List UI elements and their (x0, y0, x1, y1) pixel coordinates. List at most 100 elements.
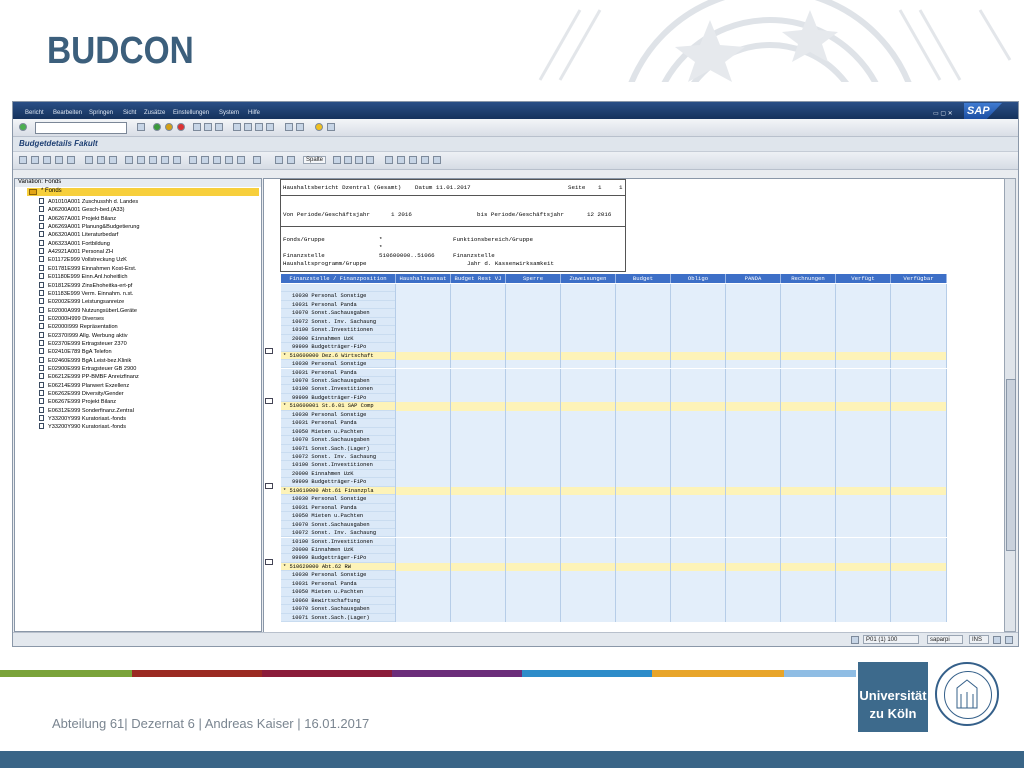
table-row[interactable]: 10070 Sonst.Sachausgaben (281, 309, 947, 318)
report-icon[interactable] (385, 156, 393, 164)
column-header[interactable]: PANDA (726, 274, 781, 283)
table-row[interactable]: 10031 Personal Panda (281, 579, 947, 589)
table-row[interactable]: 20000 Einnahmen UzK (281, 334, 947, 344)
layout-icon[interactable] (327, 123, 335, 131)
detail-icon[interactable] (85, 156, 93, 164)
menu-zusaetze[interactable]: Zusätze (144, 110, 165, 116)
menu-bearbeiten[interactable]: Bearbeiten (53, 110, 82, 116)
expand-icon[interactable] (31, 156, 39, 164)
tree-item[interactable]: E02370E999 Ertragsteuer 2370 (39, 339, 127, 348)
report-vertical-scrollbar[interactable] (1004, 178, 1016, 632)
previous-page-icon[interactable] (244, 123, 252, 131)
spalte-button[interactable]: Spalte (303, 156, 327, 164)
hierarchy-node-icon[interactable] (265, 347, 273, 354)
sort-asc-icon[interactable] (125, 156, 133, 164)
tree-item[interactable]: E01180E999 Einn.Anl.hoheitlich (39, 273, 128, 281)
tree-item[interactable]: E06312E999 Sonderfinanz.Zentral (39, 406, 134, 415)
tree-item[interactable]: E02000A999 NutzungsüberLGeräte (39, 306, 137, 315)
next-page-icon[interactable] (255, 123, 263, 131)
tree-item[interactable]: E02002E999 Leistungsanreize (39, 298, 124, 306)
table-subtotal-row[interactable]: * 510600000 Dez.6 Wirtschaft (281, 351, 947, 361)
exit-icon[interactable] (165, 123, 173, 131)
tree-root-node[interactable]: * Fonds (27, 188, 259, 196)
column-header[interactable]: Sperre (506, 274, 561, 283)
table-row[interactable]: 99999 Budgetträger-FiPo (281, 393, 947, 403)
new-session-icon[interactable] (285, 123, 293, 131)
shortcut-icon[interactable] (296, 123, 304, 131)
tree-item[interactable]: Y33200Y990 Kuratoriast.-fonds (39, 423, 126, 431)
refresh-icon[interactable] (19, 156, 27, 164)
calendar-icon[interactable] (109, 156, 117, 164)
tree-item[interactable]: E06214E999 Planwert Exzellenz (39, 381, 129, 390)
menu-bericht[interactable]: Bericht (25, 110, 44, 116)
previous-column-icon[interactable] (344, 156, 352, 164)
tree-item[interactable]: A06323A001 Fortbildung (39, 239, 110, 248)
print-icon[interactable] (193, 123, 201, 131)
table-subtotal-row[interactable]: * 510600001 St.6.01 SAP Comp (281, 402, 947, 411)
tree-item[interactable]: E06267E999 Projekt Bilanz (39, 398, 116, 406)
hierarchy-node-icon[interactable] (265, 558, 273, 565)
table-row[interactable]: 10072 Sonst. Inv. Sachaung (281, 453, 947, 462)
tree-item[interactable]: A06269A001 Planung&Budgetierung (39, 223, 139, 231)
enter-icon[interactable] (19, 123, 27, 131)
print-preview-icon[interactable] (189, 156, 197, 164)
cancel-icon[interactable] (177, 123, 185, 131)
column-header[interactable]: Verfügt (836, 274, 891, 283)
table-row[interactable]: 10070 Sonst.Sachausgaben (281, 605, 947, 614)
table-row[interactable]: 10100 Sonst.Investitionen (281, 461, 947, 470)
table-row[interactable]: 10071 Sonst.Sach.(Lager) (281, 613, 947, 622)
tree-item[interactable]: A01010A001 Zuschusshh d. Landes (39, 198, 138, 206)
grid-icon[interactable] (55, 156, 63, 164)
tree-item[interactable]: E02000H999 Diverses (39, 314, 104, 323)
table-row[interactable]: 20000 Einnahmen UzK (281, 469, 947, 479)
table-row[interactable]: 10070 Sonst.Sachausgaben (281, 376, 947, 386)
back-icon[interactable] (153, 123, 161, 131)
tree-item[interactable]: E06262E999 Diversity/Gender (39, 390, 124, 398)
menu-sicht[interactable]: Sicht (123, 110, 136, 116)
tree-item[interactable]: E02000I999 Repräsentation (39, 323, 118, 331)
filter-icon[interactable] (149, 156, 157, 164)
list-icon[interactable] (67, 156, 75, 164)
table-row[interactable]: 99999 Budgetträger-FiPo (281, 478, 947, 487)
table-subtotal-row[interactable]: * 510610000 Abt.61 Finanzpla (281, 486, 947, 496)
table-row[interactable]: 10070 Sonst.Sachausgaben (281, 520, 947, 530)
menu-hilfe[interactable]: Hilfe (248, 110, 260, 116)
table-row[interactable]: 10100 Sonst.Investitionen (281, 326, 947, 335)
table-row[interactable]: 10030 Personal Sonstige (281, 495, 947, 504)
tree-item[interactable]: E01183E999 Verm. Einnahm. n.st. (39, 289, 133, 298)
menu-einstellungen[interactable]: Einstellungen (173, 110, 209, 116)
table-row[interactable]: 10050 Mieten u.Pachten (281, 588, 947, 597)
variant-icon[interactable] (433, 156, 441, 164)
save-icon[interactable] (137, 123, 145, 131)
table-row[interactable]: 10050 Mieten u.Pachten (281, 512, 947, 521)
column-header[interactable]: Budget (616, 274, 671, 283)
export-icon[interactable] (201, 156, 209, 164)
table-row[interactable]: 10050 Mieten u.Pachten (281, 427, 947, 437)
tree-item[interactable]: E01812E999 ZinsEhoheitka-ert-pf (39, 281, 132, 290)
report-area[interactable]: Haushaltsbericht Dzentral (Gesamt) Datum… (263, 178, 1005, 634)
status-layout-icon[interactable] (1005, 636, 1013, 644)
tree-item[interactable]: E02370I999 Allg. Werbung aktiv (39, 331, 128, 340)
find-next-icon[interactable] (215, 123, 223, 131)
table-row[interactable]: 10030 Personal Sonstige (281, 410, 947, 420)
table-row[interactable]: 10031 Personal Panda (281, 419, 947, 428)
help-icon[interactable] (315, 123, 323, 131)
paste-icon[interactable] (287, 156, 295, 164)
tree-item[interactable]: E02460E999 BgA Leist-bez.Klinik (39, 356, 131, 365)
tree-item[interactable]: A06267A001 Projekt Bilanz (39, 214, 116, 223)
hierarchy-node-icon[interactable] (265, 398, 273, 405)
table-row[interactable]: 20000 Einnahmen UzK (281, 545, 947, 555)
table-row[interactable]: 10100 Sonst.Investitionen (281, 537, 947, 546)
table-row[interactable]: 10071 Sonst.Sach.(Lager) (281, 444, 947, 453)
first-page-icon[interactable] (233, 123, 241, 131)
tree-item[interactable]: E02900E999 Ertragsteuer GB 2900 (39, 365, 136, 373)
copy-icon[interactable] (275, 156, 283, 164)
table-row[interactable] (281, 284, 947, 293)
graphic-icon[interactable] (225, 156, 233, 164)
tree-item[interactable]: A42921A001 Personal ZH (39, 248, 113, 256)
column-header[interactable]: Rechnungen (781, 274, 836, 283)
last-column-icon[interactable] (366, 156, 374, 164)
column-header[interactable]: Finanzstelle / Finanzposition (281, 274, 396, 283)
scrollbar-thumb[interactable] (1006, 379, 1016, 551)
menu-springen[interactable]: Springen (89, 110, 113, 116)
